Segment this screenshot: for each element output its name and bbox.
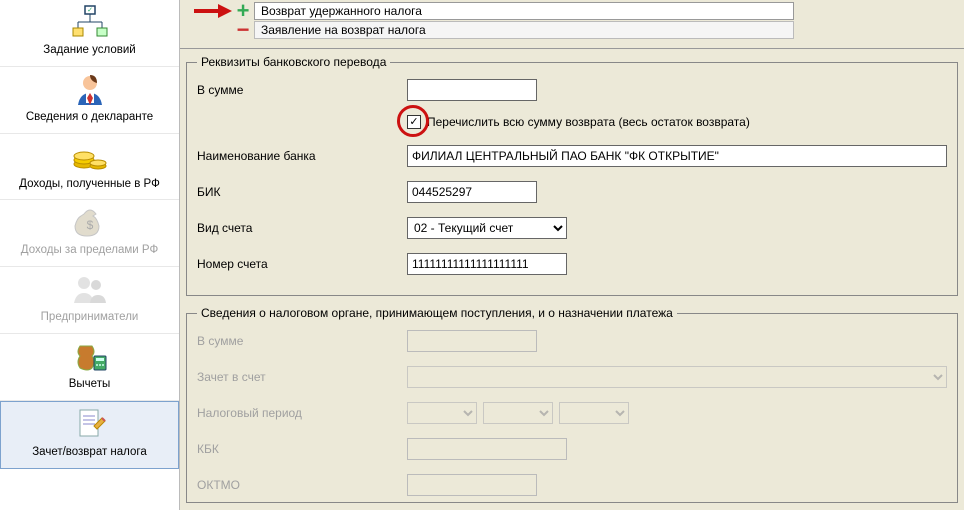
- sidebar-label: Предприниматели: [2, 311, 177, 325]
- list-row[interactable]: Заявление на возврат налога: [254, 21, 794, 39]
- org-chart-icon: ✓: [70, 4, 110, 40]
- sidebar-label: Зачет/возврат налога: [3, 446, 176, 460]
- sidebar-item-conditions[interactable]: ✓ Задание условий: [0, 0, 179, 67]
- bank-fieldset: Реквизиты банковского перевода В сумме ✓…: [186, 55, 958, 296]
- svg-text:$: $: [86, 218, 93, 232]
- kbk-label: КБК: [197, 442, 407, 456]
- vase-calc-icon: [70, 338, 110, 374]
- period-label: Налоговый период: [197, 406, 407, 420]
- oktmo-label: ОКТМО: [197, 478, 407, 492]
- oktmo-input: [407, 474, 537, 496]
- kbk-input: [407, 438, 567, 460]
- sidebar-item-deductions[interactable]: Вычеты: [0, 334, 179, 401]
- bankname-input[interactable]: [407, 145, 947, 167]
- person-icon: [70, 71, 110, 107]
- svg-text:✓: ✓: [87, 7, 93, 14]
- bik-input[interactable]: [407, 181, 537, 203]
- period-select-3: [559, 402, 629, 424]
- accnum-label: Номер счета: [197, 257, 407, 271]
- acctype-select[interactable]: 02 - Текущий счет: [407, 217, 567, 239]
- main-area: + Возврат удержанного налога − Заявление…: [180, 0, 964, 510]
- tax-fieldset: Сведения о налоговом органе, принимающем…: [186, 306, 958, 503]
- tax-legend: Сведения о налоговом органе, принимающем…: [197, 306, 677, 320]
- sum-label: В сумме: [197, 83, 407, 97]
- sidebar-label: Задание условий: [2, 44, 177, 58]
- transfer-all-checkbox[interactable]: ✓: [407, 115, 421, 129]
- transfer-all-row: ✓ Перечислить всю сумму возврата (весь о…: [407, 115, 947, 129]
- accnum-input[interactable]: [407, 253, 567, 275]
- row-label: Заявление на возврат налога: [261, 23, 426, 37]
- tax-sum-input: [407, 330, 537, 352]
- sidebar: ✓ Задание условий Сведения о декларанте: [0, 0, 180, 510]
- arrow-right-icon: [192, 2, 232, 20]
- sidebar-label: Доходы за пределами РФ: [2, 244, 177, 258]
- period-select-2: [483, 402, 553, 424]
- credit-label: Зачет в счет: [197, 370, 407, 384]
- period-select-1: [407, 402, 477, 424]
- top-list: + Возврат удержанного налога − Заявление…: [180, 0, 964, 48]
- list-row[interactable]: Возврат удержанного налога: [254, 2, 794, 20]
- sidebar-item-income-foreign[interactable]: $ Доходы за пределами РФ: [0, 200, 179, 267]
- remove-row-icon[interactable]: −: [232, 21, 254, 39]
- sidebar-item-refund[interactable]: Зачет/возврат налога: [0, 401, 179, 469]
- coins-icon: [70, 138, 110, 174]
- moneybag-icon: $: [70, 204, 110, 240]
- row-label: Возврат удержанного налога: [261, 4, 422, 18]
- people-icon: [70, 271, 110, 307]
- sum-input[interactable]: [407, 79, 537, 101]
- tax-sum-label: В сумме: [197, 334, 407, 348]
- transfer-all-label: Перечислить всю сумму возврата (весь ост…: [427, 115, 750, 129]
- bankname-label: Наименование банка: [197, 149, 407, 163]
- sidebar-label: Сведения о декларанте: [2, 111, 177, 125]
- sidebar-item-entrepreneurs[interactable]: Предприниматели: [0, 267, 179, 334]
- bank-legend: Реквизиты банковского перевода: [197, 55, 390, 69]
- credit-select: [407, 366, 947, 388]
- document-edit-icon: [70, 406, 110, 442]
- sidebar-label: Вычеты: [2, 378, 177, 392]
- acctype-label: Вид счета: [197, 221, 407, 235]
- sidebar-item-income-rf[interactable]: Доходы, полученные в РФ: [0, 134, 179, 201]
- sidebar-label: Доходы, полученные в РФ: [2, 178, 177, 192]
- sidebar-item-declarant[interactable]: Сведения о декларанте: [0, 67, 179, 134]
- bik-label: БИК: [197, 185, 407, 199]
